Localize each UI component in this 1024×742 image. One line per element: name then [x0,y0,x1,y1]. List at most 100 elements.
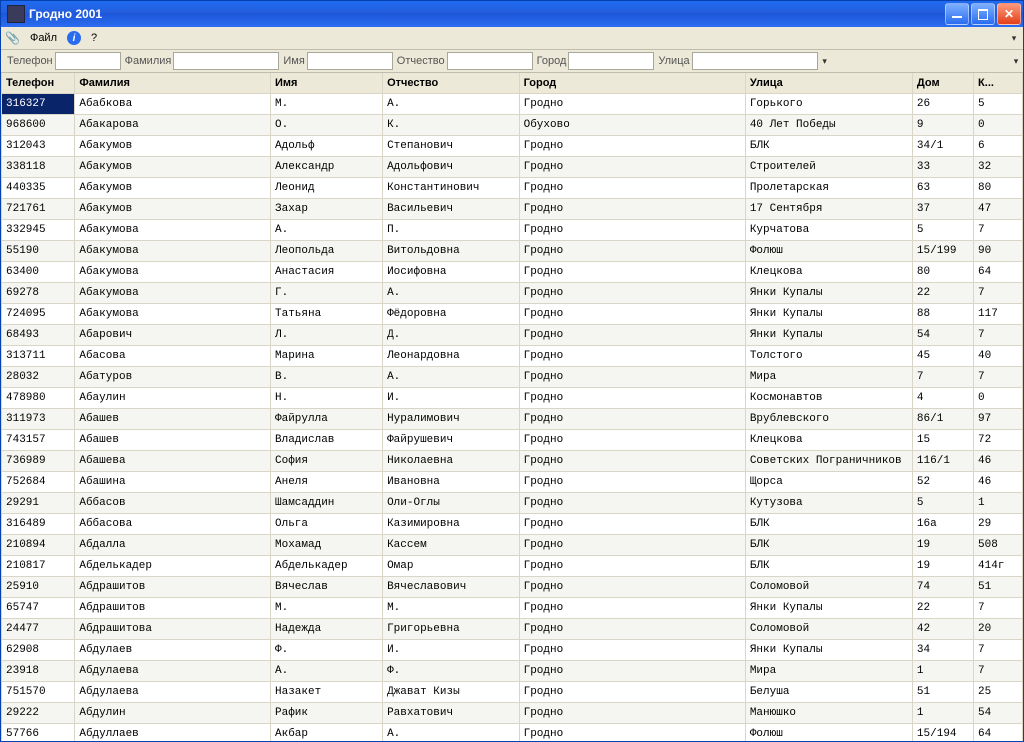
cell-firstname[interactable]: Анеля [271,472,383,493]
table-row[interactable]: 743157АбашевВладиславФайрушевичГродноКле… [2,430,1023,451]
cell-firstname[interactable]: Адольф [271,136,383,157]
cell-street[interactable]: Фолюш [745,724,912,742]
col-header-flat[interactable]: К... [974,73,1023,94]
cell-flat[interactable]: 414г [974,556,1023,577]
cell-lastname[interactable]: Абатуров [75,367,271,388]
cell-patronymic[interactable]: А. [383,367,520,388]
table-row[interactable]: 968600АбакароваО.К.Обухово40 Лет Победы9… [2,115,1023,136]
table-row[interactable]: 68493АбаровичЛ.Д.ГродноЯнки Купалы547 [2,325,1023,346]
col-header-city[interactable]: Город [519,73,745,94]
cell-street[interactable]: Советских Пограничников [745,451,912,472]
cell-firstname[interactable]: Захар [271,199,383,220]
cell-phone[interactable]: 752684 [2,472,75,493]
cell-flat[interactable]: 29 [974,514,1023,535]
cell-patronymic[interactable]: П. [383,220,520,241]
cell-house[interactable]: 34 [912,640,973,661]
cell-lastname[interactable]: Аббасова [75,514,271,535]
table-row[interactable]: 29222АбдулинРафикРавхатовичГродноМанюшко… [2,703,1023,724]
cell-house[interactable]: 88 [912,304,973,325]
cell-house[interactable]: 5 [912,493,973,514]
cell-flat[interactable]: 117 [974,304,1023,325]
cell-phone[interactable]: 332945 [2,220,75,241]
cell-firstname[interactable]: Вячеслав [271,577,383,598]
attachment-icon[interactable]: 📎 [5,31,20,45]
cell-patronymic[interactable]: Джават Кизы [383,682,520,703]
cell-city[interactable]: Гродно [519,220,745,241]
cell-lastname[interactable]: Абарович [75,325,271,346]
cell-phone[interactable]: 210817 [2,556,75,577]
col-header-firstname[interactable]: Имя [271,73,383,94]
cell-firstname[interactable]: Леонид [271,178,383,199]
cell-phone[interactable]: 210894 [2,535,75,556]
table-row[interactable]: 312043АбакумовАдольфСтепановичГродноБЛК3… [2,136,1023,157]
cell-city[interactable]: Гродно [519,640,745,661]
cell-flat[interactable]: 508 [974,535,1023,556]
cell-phone[interactable]: 23918 [2,661,75,682]
cell-street[interactable]: Янки Купалы [745,640,912,661]
cell-street[interactable]: Курчатова [745,220,912,241]
table-row[interactable]: 62908АбдулаевФ.И.ГродноЯнки Купалы347 [2,640,1023,661]
cell-patronymic[interactable]: Кассем [383,535,520,556]
cell-flat[interactable]: 51 [974,577,1023,598]
table-row[interactable]: 69278АбакумоваГ.А.ГродноЯнки Купалы227 [2,283,1023,304]
cell-house[interactable]: 19 [912,535,973,556]
cell-street[interactable]: Толстого [745,346,912,367]
cell-firstname[interactable]: М. [271,598,383,619]
cell-phone[interactable]: 311973 [2,409,75,430]
filter-input-lastname[interactable] [173,52,279,70]
cell-city[interactable]: Гродно [519,304,745,325]
cell-patronymic[interactable]: А. [383,724,520,742]
cell-city[interactable]: Гродно [519,283,745,304]
cell-house[interactable]: 19 [912,556,973,577]
table-row[interactable]: 24477АбдрашитоваНадеждаГригорьевнаГродно… [2,619,1023,640]
table-row[interactable]: 311973АбашевФайруллаНуралимовичГродноВру… [2,409,1023,430]
cell-street[interactable]: Янки Купалы [745,598,912,619]
cell-city[interactable]: Гродно [519,367,745,388]
cell-lastname[interactable]: Абашев [75,409,271,430]
cell-house[interactable]: 15/194 [912,724,973,742]
cell-phone[interactable]: 968600 [2,115,75,136]
cell-city[interactable]: Гродно [519,451,745,472]
cell-flat[interactable]: 1 [974,493,1023,514]
cell-city[interactable]: Гродно [519,388,745,409]
filter-input-patronymic[interactable] [447,52,533,70]
cell-house[interactable]: 45 [912,346,973,367]
menu-help[interactable]: ? [85,31,103,45]
cell-city[interactable]: Гродно [519,703,745,724]
cell-patronymic[interactable]: И. [383,388,520,409]
cell-city[interactable]: Гродно [519,514,745,535]
filter-input-firstname[interactable] [307,52,393,70]
cell-firstname[interactable]: Шамсаддин [271,493,383,514]
cell-city[interactable]: Гродно [519,136,745,157]
cell-city[interactable]: Гродно [519,157,745,178]
cell-lastname[interactable]: Абакумов [75,157,271,178]
cell-patronymic[interactable]: Константинович [383,178,520,199]
cell-firstname[interactable]: Мохамад [271,535,383,556]
table-row[interactable]: 752684АбашинаАнеляИвановнаГродноЩорса524… [2,472,1023,493]
cell-patronymic[interactable]: Николаевна [383,451,520,472]
cell-phone[interactable]: 316489 [2,514,75,535]
table-row[interactable]: 55190АбакумоваЛеопольдаВитольдовнаГродно… [2,241,1023,262]
cell-city[interactable]: Гродно [519,346,745,367]
cell-flat[interactable]: 47 [974,199,1023,220]
cell-firstname[interactable]: Г. [271,283,383,304]
cell-phone[interactable]: 724095 [2,304,75,325]
cell-flat[interactable]: 97 [974,409,1023,430]
cell-patronymic[interactable]: Вячеславович [383,577,520,598]
cell-phone[interactable]: 62908 [2,640,75,661]
cell-flat[interactable]: 64 [974,262,1023,283]
cell-patronymic[interactable]: Омар [383,556,520,577]
cell-house[interactable]: 42 [912,619,973,640]
cell-street[interactable]: Фолюш [745,241,912,262]
cell-patronymic[interactable]: Д. [383,325,520,346]
cell-lastname[interactable]: Абашева [75,451,271,472]
filter-overflow-icon[interactable]: ▾ [1009,56,1021,67]
cell-patronymic[interactable]: А. [383,94,520,115]
cell-city[interactable]: Гродно [519,598,745,619]
cell-patronymic[interactable]: Равхатович [383,703,520,724]
cell-street[interactable]: БЛК [745,514,912,535]
cell-street[interactable]: БЛК [745,535,912,556]
cell-house[interactable]: 74 [912,577,973,598]
cell-phone[interactable]: 721761 [2,199,75,220]
cell-firstname[interactable]: Н. [271,388,383,409]
